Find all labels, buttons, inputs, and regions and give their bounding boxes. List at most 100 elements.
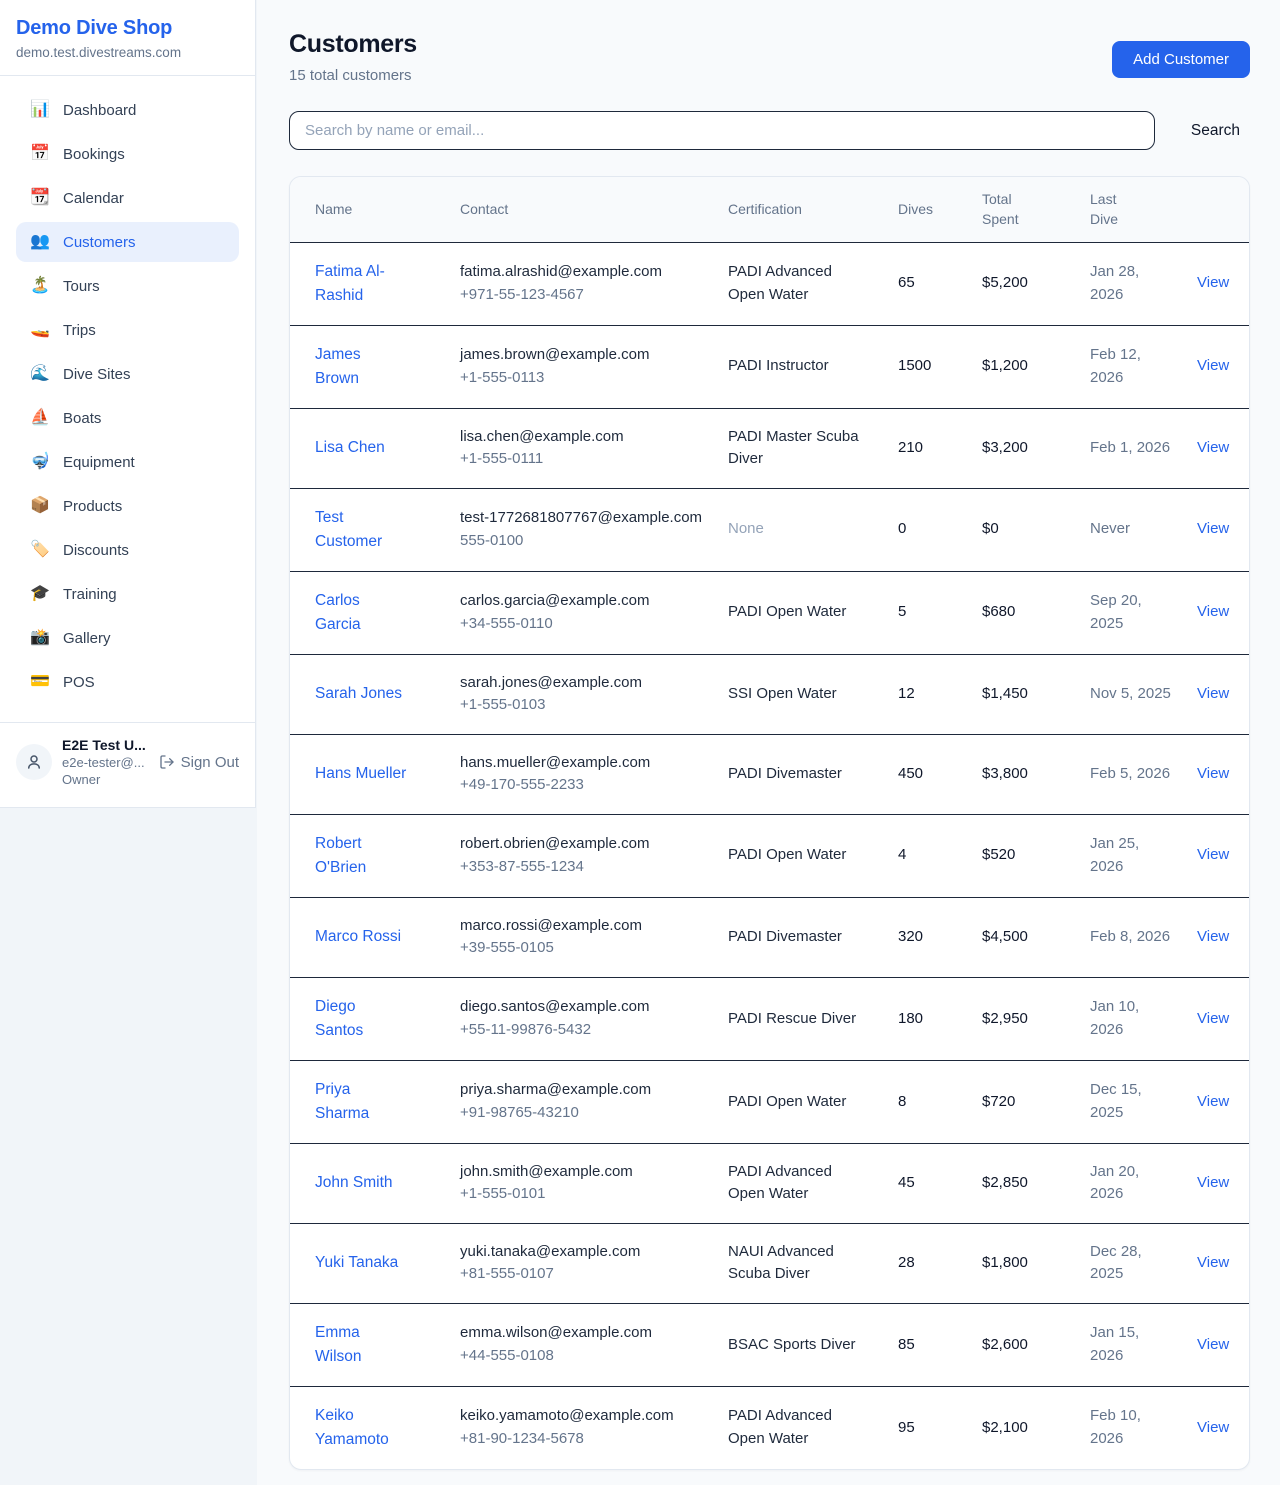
- sidebar-item-gallery[interactable]: 📸 Gallery: [16, 618, 239, 658]
- customer-name-link[interactable]: Sarah Jones: [315, 682, 402, 706]
- customer-email: carlos.garcia@example.com: [460, 590, 704, 613]
- customer-name-link[interactable]: Hans Mueller: [315, 762, 406, 786]
- customer-email: john.smith@example.com: [460, 1161, 704, 1184]
- sidebar-item-dive-sites[interactable]: 🌊 Dive Sites: [16, 354, 239, 394]
- shop-title: Demo Dive Shop: [16, 17, 239, 40]
- sign-out-label: Sign Out: [181, 754, 239, 771]
- customer-name-link[interactable]: Priya Sharma: [315, 1078, 407, 1126]
- customer-name-link[interactable]: Lisa Chen: [315, 436, 385, 460]
- customer-name-link[interactable]: Test Customer: [315, 506, 407, 554]
- sidebar-item-training[interactable]: 🎓 Training: [16, 574, 239, 614]
- view-customer-link[interactable]: View: [1197, 520, 1229, 537]
- view-customer-link[interactable]: View: [1197, 1336, 1229, 1353]
- table-header: NameContactCertificationDivesTotal Spent…: [290, 177, 1250, 242]
- view-customer-link[interactable]: View: [1197, 1254, 1229, 1271]
- customer-email: james.brown@example.com: [460, 344, 704, 367]
- view-customer-link[interactable]: View: [1197, 1419, 1229, 1436]
- customer-last-dive: Dec 28, 2025: [1078, 1223, 1185, 1303]
- sidebar-item-tours[interactable]: 🏝️ Tours: [16, 266, 239, 306]
- sidebar-item-customers[interactable]: 👥 Customers: [16, 222, 239, 262]
- view-customer-link[interactable]: View: [1197, 1174, 1229, 1191]
- table-row: Yuki Tanaka yuki.tanaka@example.com +81-…: [290, 1223, 1250, 1303]
- products-icon: 📦: [30, 498, 50, 514]
- sidebar-item-discounts[interactable]: 🏷️ Discounts: [16, 530, 239, 570]
- column-header-last-dive: Last Dive: [1078, 177, 1185, 242]
- customer-name-link[interactable]: Robert O'Brien: [315, 832, 407, 880]
- customer-certification: PADI Open Water: [728, 601, 846, 624]
- user-name: E2E Test U...: [62, 737, 149, 753]
- dive-sites-icon: 🌊: [30, 366, 50, 382]
- view-customer-link[interactable]: View: [1197, 928, 1229, 945]
- gallery-icon: 📸: [30, 630, 50, 646]
- customer-total-spent: $1,800: [970, 1223, 1078, 1303]
- customer-total-spent: $3,800: [970, 734, 1078, 814]
- search-input[interactable]: [289, 111, 1155, 150]
- customer-email: keiko.yamamoto@example.com: [460, 1405, 704, 1428]
- page-title: Customers: [289, 30, 417, 59]
- customer-name-link[interactable]: Fatima Al-Rashid: [315, 260, 407, 308]
- customer-phone: +91-98765-43210: [460, 1102, 704, 1125]
- customer-name-link[interactable]: Diego Santos: [315, 995, 407, 1043]
- calendar-icon: 📆: [30, 190, 50, 206]
- sidebar-item-pos[interactable]: 💳 POS: [16, 662, 239, 702]
- customer-name-link[interactable]: Keiko Yamamoto: [315, 1404, 407, 1452]
- view-customer-link[interactable]: View: [1197, 846, 1229, 863]
- column-header-contact: Contact: [448, 177, 716, 242]
- sidebar-item-bookings[interactable]: 📅 Bookings: [16, 134, 239, 174]
- customer-email: marco.rossi@example.com: [460, 915, 704, 938]
- customer-name-link[interactable]: John Smith: [315, 1171, 393, 1195]
- view-customer-link[interactable]: View: [1197, 274, 1229, 291]
- customer-name-link[interactable]: Carlos Garcia: [315, 589, 407, 637]
- view-customer-link[interactable]: View: [1197, 603, 1229, 620]
- column-header-name: Name: [290, 177, 448, 242]
- sidebar-item-trips[interactable]: 🚤 Trips: [16, 310, 239, 350]
- customer-phone: +44-555-0108: [460, 1345, 704, 1368]
- view-customer-link[interactable]: View: [1197, 357, 1229, 374]
- view-customer-link[interactable]: View: [1197, 765, 1229, 782]
- sidebar-item-boats[interactable]: ⛵ Boats: [16, 398, 239, 438]
- customer-total-spent: $2,100: [970, 1386, 1078, 1469]
- customer-name-link[interactable]: Marco Rossi: [315, 925, 401, 949]
- view-customer-link[interactable]: View: [1197, 439, 1229, 456]
- customer-last-dive: Jan 15, 2026: [1078, 1303, 1185, 1386]
- add-customer-button[interactable]: Add Customer: [1112, 41, 1250, 78]
- sidebar-item-products[interactable]: 📦 Products: [16, 486, 239, 526]
- sidebar-header: Demo Dive Shop demo.test.divestreams.com: [0, 0, 255, 76]
- page-header: Customers 15 total customers Add Custome…: [289, 30, 1250, 84]
- sidebar-item-dashboard[interactable]: 📊 Dashboard: [16, 90, 239, 130]
- table-row: Sarah Jones sarah.jones@example.com +1-5…: [290, 654, 1250, 734]
- customer-certification: PADI Divemaster: [728, 926, 842, 949]
- sidebar-item-calendar[interactable]: 📆 Calendar: [16, 178, 239, 218]
- customer-total-spent: $3,200: [970, 408, 1078, 488]
- customer-total-spent: $2,850: [970, 1143, 1078, 1223]
- main-content: Customers 15 total customers Add Custome…: [257, 0, 1280, 1485]
- view-customer-link[interactable]: View: [1197, 1093, 1229, 1110]
- dashboard-icon: 📊: [30, 102, 50, 118]
- customer-dives: 210: [886, 408, 970, 488]
- view-customer-link[interactable]: View: [1197, 685, 1229, 702]
- customer-name-link[interactable]: James Brown: [315, 343, 407, 391]
- customer-email: hans.mueller@example.com: [460, 752, 704, 775]
- customer-email: fatima.alrashid@example.com: [460, 261, 704, 284]
- table-row: Lisa Chen lisa.chen@example.com +1-555-0…: [290, 408, 1250, 488]
- customer-name-link[interactable]: Emma Wilson: [315, 1321, 407, 1369]
- table-row: John Smith john.smith@example.com +1-555…: [290, 1143, 1250, 1223]
- customer-certification: NAUI Advanced Scuba Diver: [728, 1241, 859, 1286]
- table-row: Hans Mueller hans.mueller@example.com +4…: [290, 734, 1250, 814]
- customer-email: lisa.chen@example.com: [460, 426, 704, 449]
- customer-total-spent: $1,450: [970, 654, 1078, 734]
- customer-dives: 28: [886, 1223, 970, 1303]
- search-button[interactable]: Search: [1181, 116, 1250, 146]
- customer-dives: 450: [886, 734, 970, 814]
- view-customer-link[interactable]: View: [1197, 1010, 1229, 1027]
- tours-icon: 🏝️: [30, 278, 50, 294]
- sign-out-button[interactable]: Sign Out: [159, 754, 239, 771]
- customer-phone: +39-555-0105: [460, 937, 704, 960]
- table-row: Test Customer test-1772681807767@example…: [290, 488, 1250, 571]
- customer-dives: 5: [886, 571, 970, 654]
- sidebar-item-equipment[interactable]: 🤿 Equipment: [16, 442, 239, 482]
- customers-table-card: NameContactCertificationDivesTotal Spent…: [289, 176, 1250, 1470]
- customer-name-link[interactable]: Yuki Tanaka: [315, 1251, 398, 1275]
- customer-count: 15 total customers: [289, 67, 417, 84]
- customers-table: NameContactCertificationDivesTotal Spent…: [290, 177, 1250, 1469]
